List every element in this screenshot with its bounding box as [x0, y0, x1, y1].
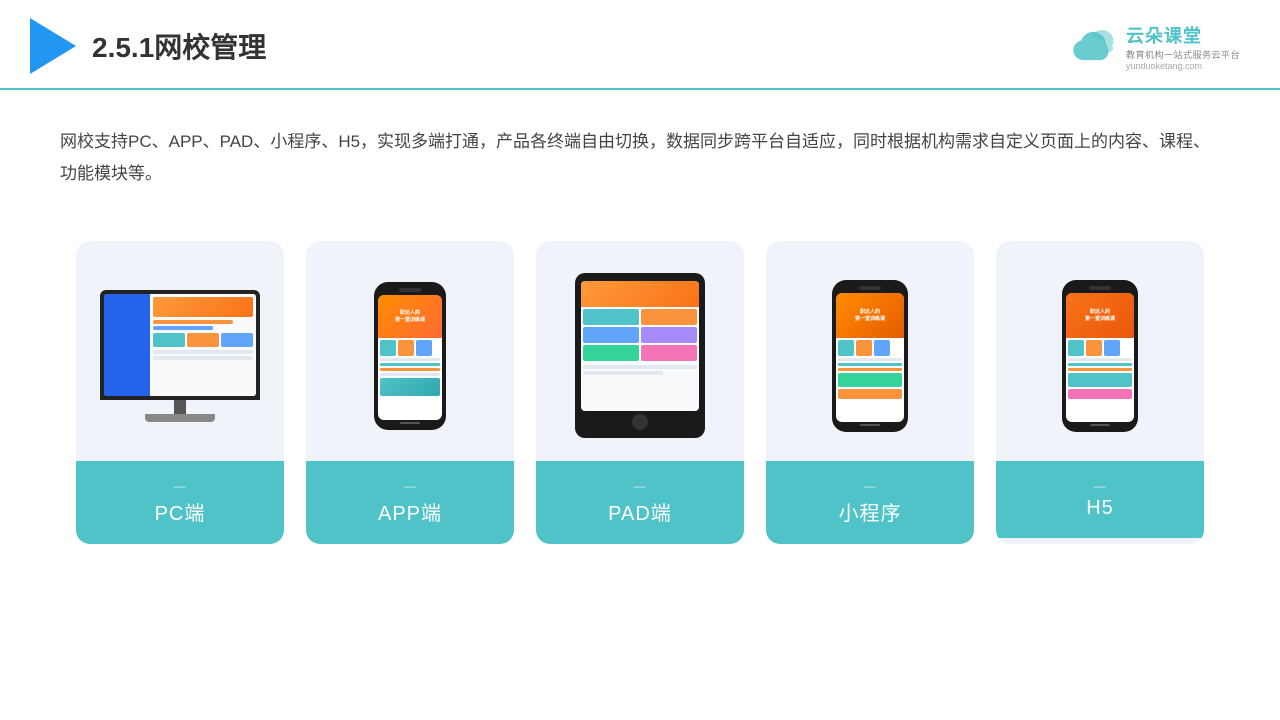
app-card-label: APP端: [306, 461, 514, 544]
logo-main-text: 云朵课堂: [1126, 22, 1202, 48]
h5-image-area: 职达人的第一堂训练课: [996, 241, 1204, 461]
h5-card-label: H5: [996, 461, 1204, 538]
app-card: 职达人的第一堂训练课: [306, 241, 514, 544]
pad-card-label: PAD端: [536, 461, 744, 544]
app-phone-icon: 职达人的第一堂训练课: [374, 282, 446, 430]
miniapp-phone-icon: 职达人的第一堂训练课: [832, 280, 908, 432]
logo-url-text: yunduoketang.com: [1126, 61, 1202, 71]
miniapp-card-label: 小程序: [766, 461, 974, 544]
pc-image-area: [76, 241, 284, 461]
miniapp-card: 职达人的第一堂训练课: [766, 241, 974, 544]
h5-phone-icon: 职达人的第一堂训练课: [1062, 280, 1138, 432]
logo-text-block: 云朵课堂 教育机构一站式服务云平台 yunduoketang.com: [1126, 22, 1240, 71]
cloud-logo: 云朵课堂 教育机构一站式服务云平台 yunduoketang.com: [1070, 22, 1240, 71]
pc-card-label: PC端: [76, 461, 284, 544]
header-right: 云朵课堂 教育机构一站式服务云平台 yunduoketang.com: [1070, 22, 1240, 71]
pad-card: PAD端: [536, 241, 744, 544]
logo-sub-text: 教育机构一站式服务云平台: [1126, 48, 1240, 61]
brand-triangle-icon: [30, 18, 76, 74]
pad-tablet-icon: [575, 273, 705, 438]
pc-card: PC端: [76, 241, 284, 544]
pc-monitor-icon: [100, 290, 260, 422]
header-left: 2.5.1网校管理: [30, 18, 266, 74]
h5-card: 职达人的第一堂训练课: [996, 241, 1204, 544]
header: 2.5.1网校管理 云朵课堂 教育机构一站式服务云平台 yunduoketang…: [0, 0, 1280, 90]
pad-image-area: [536, 241, 744, 461]
miniapp-image-area: 职达人的第一堂训练课: [766, 241, 974, 461]
description-text: 网校支持PC、APP、PAD、小程序、H5，实现多端打通，产品各终端自由切换，数…: [0, 90, 1280, 211]
cloud-icon: [1070, 28, 1120, 64]
cards-container: PC端 职达人的第一堂训练课: [0, 221, 1280, 574]
page-title: 2.5.1网校管理: [92, 26, 266, 66]
app-image-area: 职达人的第一堂训练课: [306, 241, 514, 461]
